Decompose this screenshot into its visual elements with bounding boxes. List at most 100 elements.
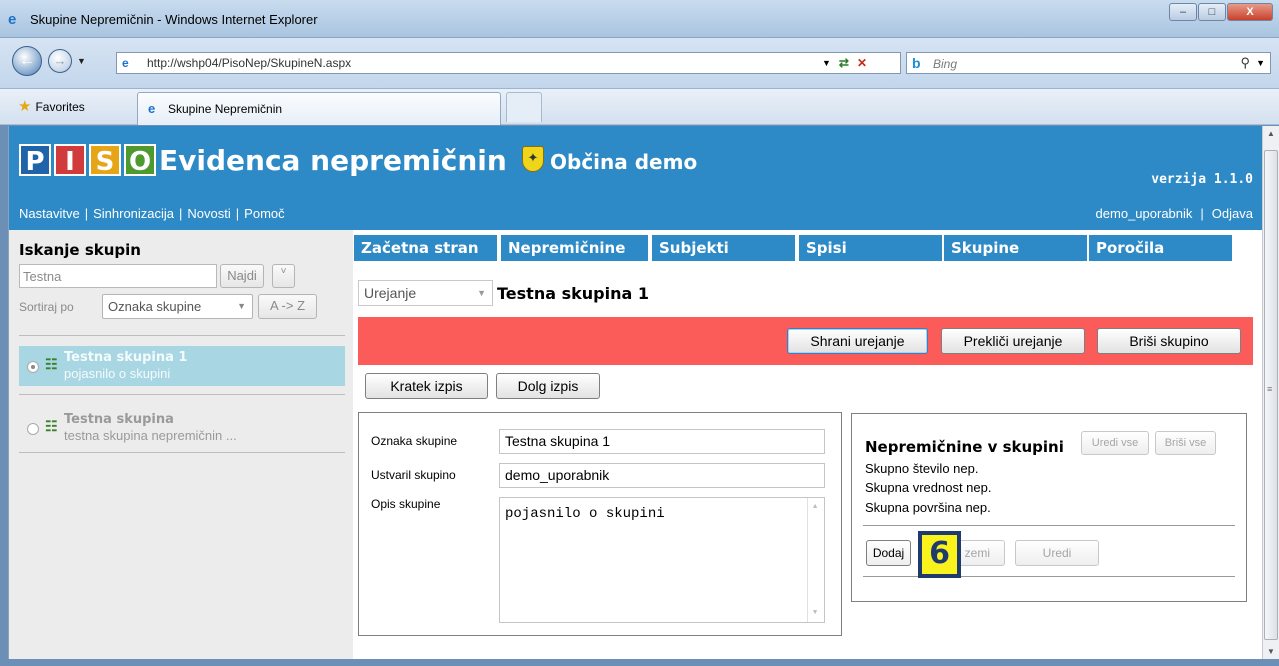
textarea-scrollbar[interactable]: ▲ ▼ bbox=[807, 498, 824, 622]
stop-icon[interactable]: ✕ bbox=[857, 56, 867, 70]
header-links: Nastavitve | Sinhronizacija | Novosti | Pomoč bbox=[19, 206, 285, 221]
scroll-down-icon[interactable]: ▼ bbox=[813, 609, 817, 617]
properties-in-group-panel: Nepremičnine v skupini Uredi vse Briši v… bbox=[851, 413, 1247, 602]
step-number-callout: 6 bbox=[918, 531, 961, 578]
group-list-item[interactable]: ☷ Testna skupina testna skupina nepremič… bbox=[19, 408, 345, 448]
back-button[interactable]: ← bbox=[12, 46, 42, 76]
logo-letter: O bbox=[124, 144, 156, 177]
logout-link[interactable]: Odjava bbox=[1212, 206, 1253, 221]
site-title: Evidenca nepremičnin bbox=[159, 144, 507, 177]
mode-select[interactable]: Urejanje ▼ bbox=[358, 280, 493, 306]
municipality-name: Občina demo bbox=[550, 150, 698, 174]
group-radio[interactable] bbox=[27, 423, 39, 435]
search-icon[interactable]: ⚲ bbox=[1240, 55, 1250, 71]
group-radio[interactable] bbox=[27, 361, 39, 373]
chevron-down-icon: ▼ bbox=[237, 301, 246, 311]
window-bottom-border bbox=[0, 659, 1279, 666]
panel-title: Iskanje skupin bbox=[19, 241, 141, 259]
user-name[interactable]: demo_uporabnik bbox=[1096, 206, 1193, 221]
link-settings[interactable]: Nastavitve bbox=[19, 206, 80, 221]
user-links: demo_uporabnik | Odjava bbox=[1096, 206, 1253, 221]
forward-button[interactable]: → bbox=[48, 49, 72, 73]
url-text: http://wshp04/PisoNep/SkupineN.aspx bbox=[147, 56, 352, 70]
scroll-thumb[interactable] bbox=[1264, 150, 1278, 640]
window-title: Skupine Nepremičnin - Windows Internet E… bbox=[30, 12, 318, 27]
site-header: P I S O Evidenca nepremičnin ✦ Občina de… bbox=[9, 126, 1262, 230]
group-tree-icon: ☷ bbox=[45, 418, 58, 434]
url-dropdown-icon[interactable]: ▼ bbox=[822, 58, 831, 68]
tab-files[interactable]: Spisi bbox=[799, 235, 942, 261]
group-code-field[interactable]: Testna skupina 1 bbox=[499, 429, 825, 454]
group-description-field[interactable]: pojasnilo o skupini ▲ ▼ bbox=[499, 497, 825, 623]
mode-value: Urejanje bbox=[364, 285, 417, 301]
group-description: testna skupina nepremičnin ... bbox=[64, 428, 237, 443]
scroll-down-icon[interactable]: ▼ bbox=[1267, 647, 1275, 656]
page-viewport: P I S O Evidenca nepremičnin ✦ Občina de… bbox=[8, 126, 1262, 659]
edit-all-button[interactable]: Uredi vse bbox=[1081, 431, 1149, 455]
scroll-up-icon[interactable]: ▲ bbox=[813, 503, 817, 511]
municipality-crest-icon: ✦ bbox=[522, 146, 544, 172]
piso-logo: P I S O bbox=[19, 144, 159, 177]
edit-property-button[interactable]: Uredi bbox=[1015, 540, 1099, 566]
scroll-grip-icon: ≡ bbox=[1267, 384, 1273, 394]
url-controls: ▼ ⇄ ✕ bbox=[822, 52, 867, 74]
group-description: pojasnilo o skupini bbox=[64, 366, 171, 381]
minimize-button[interactable]: – bbox=[1169, 3, 1197, 21]
search-field[interactable]: b Bing ⚲ ▼ bbox=[906, 52, 1271, 74]
search-placeholder: Bing bbox=[933, 57, 958, 71]
refresh-icon[interactable]: ⇄ bbox=[839, 56, 849, 70]
tab-reports[interactable]: Poročila bbox=[1089, 235, 1232, 261]
scroll-up-icon[interactable]: ▲ bbox=[1267, 129, 1275, 138]
close-button[interactable]: X bbox=[1227, 3, 1273, 21]
properties-title: Nepremičnine v skupini bbox=[865, 438, 1064, 456]
divider bbox=[19, 452, 345, 453]
description-label: Opis skupine bbox=[371, 497, 441, 511]
code-label: Oznaka skupine bbox=[371, 434, 458, 448]
cancel-edit-button[interactable]: Prekliči urejanje bbox=[941, 328, 1085, 354]
link-sync[interactable]: Sinhronizacija bbox=[93, 206, 174, 221]
tab-groups[interactable]: Skupine bbox=[944, 235, 1087, 261]
search-dropdown-icon[interactable]: ▼ bbox=[1256, 58, 1265, 68]
more-options-button[interactable]: ˅ bbox=[272, 264, 295, 288]
add-property-button[interactable]: Dodaj bbox=[866, 540, 911, 566]
page-scrollbar[interactable]: ▲ ≡ ▼ bbox=[1262, 126, 1279, 659]
divider bbox=[19, 394, 345, 395]
link-news[interactable]: Novosti bbox=[187, 206, 230, 221]
maximize-button[interactable]: □ bbox=[1198, 3, 1226, 21]
divider bbox=[19, 335, 345, 336]
save-edit-button[interactable]: Shrani urejanje bbox=[787, 328, 928, 354]
browser-tab[interactable]: e Skupine Nepremičnin bbox=[137, 92, 501, 125]
delete-all-button[interactable]: Briši vse bbox=[1155, 431, 1216, 455]
url-field[interactable]: e http://wshp04/PisoNep/SkupineN.aspx bbox=[116, 52, 901, 74]
group-title: Testna skupina 1 bbox=[497, 284, 649, 303]
link-help[interactable]: Pomoč bbox=[244, 206, 284, 221]
tab-label: Skupine Nepremičnin bbox=[168, 102, 283, 116]
group-search-panel: Iskanje skupin Testna Najdi ˅ Sortiraj p… bbox=[9, 230, 353, 659]
group-details-form: Oznaka skupine Testna skupina 1 Ustvaril… bbox=[358, 412, 842, 636]
tab-properties[interactable]: Nepremičnine bbox=[501, 235, 648, 261]
group-search-input[interactable]: Testna bbox=[19, 264, 217, 288]
group-list-item[interactable]: ☷ Testna skupina 1 pojasnilo o skupini bbox=[19, 346, 345, 386]
sort-select[interactable]: Oznaka skupine ▼ bbox=[102, 294, 253, 319]
total-count-label: Skupno število nep. bbox=[865, 461, 979, 476]
tab-subjects[interactable]: Subjekti bbox=[652, 235, 795, 261]
short-print-button[interactable]: Kratek izpis bbox=[365, 373, 488, 399]
new-tab-button[interactable] bbox=[506, 92, 542, 122]
history-dropdown-icon[interactable]: ▼ bbox=[77, 56, 86, 66]
group-name: Testna skupina 1 bbox=[64, 350, 188, 365]
long-print-button[interactable]: Dolg izpis bbox=[496, 373, 600, 399]
favorites-label: Favorites bbox=[35, 100, 85, 114]
divider bbox=[863, 525, 1235, 526]
tab-home[interactable]: Začetna stran bbox=[354, 235, 497, 261]
delete-group-button[interactable]: Briši skupino bbox=[1097, 328, 1241, 354]
page-icon: e bbox=[122, 56, 129, 70]
favorites-button[interactable]: ★ Favorites bbox=[18, 97, 85, 115]
group-creator-field[interactable]: demo_uporabnik bbox=[499, 463, 825, 488]
creator-label: Ustvaril skupino bbox=[371, 468, 456, 482]
star-icon: ★ bbox=[18, 98, 32, 115]
bing-icon: b bbox=[912, 55, 921, 71]
tab-page-icon: e bbox=[148, 101, 156, 116]
find-button[interactable]: Najdi bbox=[220, 264, 264, 288]
favorites-bar: ★ Favorites e Skupine Nepremičnin bbox=[0, 89, 1279, 125]
sort-order-button[interactable]: A -> Z bbox=[258, 294, 317, 319]
